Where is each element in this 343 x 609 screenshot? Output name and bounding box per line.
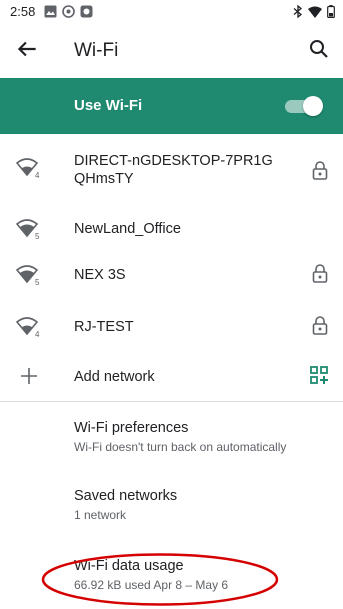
signal-badge: 4 bbox=[35, 330, 40, 338]
signal-badge: 5 bbox=[35, 278, 40, 286]
app-notification-icon bbox=[80, 5, 93, 18]
qr-code-scan-icon[interactable] bbox=[310, 366, 328, 384]
divider bbox=[0, 401, 343, 402]
plus-icon bbox=[21, 368, 37, 384]
network-name: NewLand_Office bbox=[74, 221, 181, 237]
network-name-line1: DIRECT-nGDESKTOP-7PR1G bbox=[74, 153, 273, 169]
wifi-signal-icon: 4 bbox=[16, 317, 40, 338]
page-title: Wi-Fi bbox=[74, 40, 119, 61]
sync-notification-icon bbox=[62, 5, 75, 18]
search-icon[interactable] bbox=[307, 37, 331, 61]
status-bar: 2:58 bbox=[0, 0, 343, 24]
saved-networks-item[interactable]: Saved networks 1 network bbox=[74, 488, 334, 522]
network-item-newland[interactable]: 5 NewLand_Office bbox=[0, 204, 343, 252]
signal-badge: 4 bbox=[35, 171, 40, 179]
status-time: 2:58 bbox=[10, 4, 36, 19]
use-wifi-label: Use Wi-Fi bbox=[74, 97, 143, 114]
wifi-status-icon bbox=[308, 6, 322, 18]
image-notification-icon bbox=[44, 5, 57, 18]
network-name-line2: QHmsTY bbox=[74, 171, 134, 187]
battery-icon bbox=[327, 5, 335, 18]
back-arrow-icon[interactable] bbox=[14, 36, 40, 62]
wifi-preferences-title: Wi-Fi preferences bbox=[74, 420, 189, 436]
wifi-toggle-switch[interactable] bbox=[285, 96, 323, 116]
highlight-ellipse-annotation bbox=[41, 553, 279, 606]
saved-networks-title: Saved networks bbox=[74, 488, 178, 504]
wifi-signal-icon: 5 bbox=[16, 219, 40, 240]
network-name: DIRECT-nGDESKTOP-7PR1G QHmsTY bbox=[74, 152, 273, 188]
wifi-preferences-subtitle: Wi-Fi doesn't turn back on automatically bbox=[74, 440, 287, 454]
use-wifi-bar[interactable]: Use Wi-Fi bbox=[0, 78, 343, 134]
add-network-row[interactable]: Add network bbox=[0, 352, 343, 400]
wifi-signal-icon: 4 bbox=[16, 158, 40, 179]
system-icons bbox=[293, 5, 335, 18]
lock-icon bbox=[312, 264, 328, 283]
network-name: NEX 3S bbox=[74, 267, 126, 283]
signal-badge: 5 bbox=[35, 232, 40, 240]
network-name: RJ-TEST bbox=[74, 319, 134, 335]
saved-networks-subtitle: 1 network bbox=[74, 508, 127, 522]
notification-icons bbox=[44, 5, 93, 18]
wifi-preferences-item[interactable]: Wi-Fi preferences Wi-Fi doesn't turn bac… bbox=[74, 420, 334, 454]
lock-icon bbox=[312, 316, 328, 335]
lock-icon bbox=[312, 161, 328, 180]
add-network-label: Add network bbox=[74, 369, 155, 385]
network-item-rjtest[interactable]: 4 RJ-TEST bbox=[0, 302, 343, 350]
network-item-direct[interactable]: 4 DIRECT-nGDESKTOP-7PR1G QHmsTY bbox=[0, 140, 343, 196]
app-bar: Wi-Fi bbox=[0, 24, 343, 76]
network-item-nex3s[interactable]: 5 NEX 3S bbox=[0, 250, 343, 298]
bluetooth-icon bbox=[293, 5, 303, 18]
toggle-thumb bbox=[303, 96, 323, 116]
wifi-signal-icon: 5 bbox=[16, 265, 40, 286]
